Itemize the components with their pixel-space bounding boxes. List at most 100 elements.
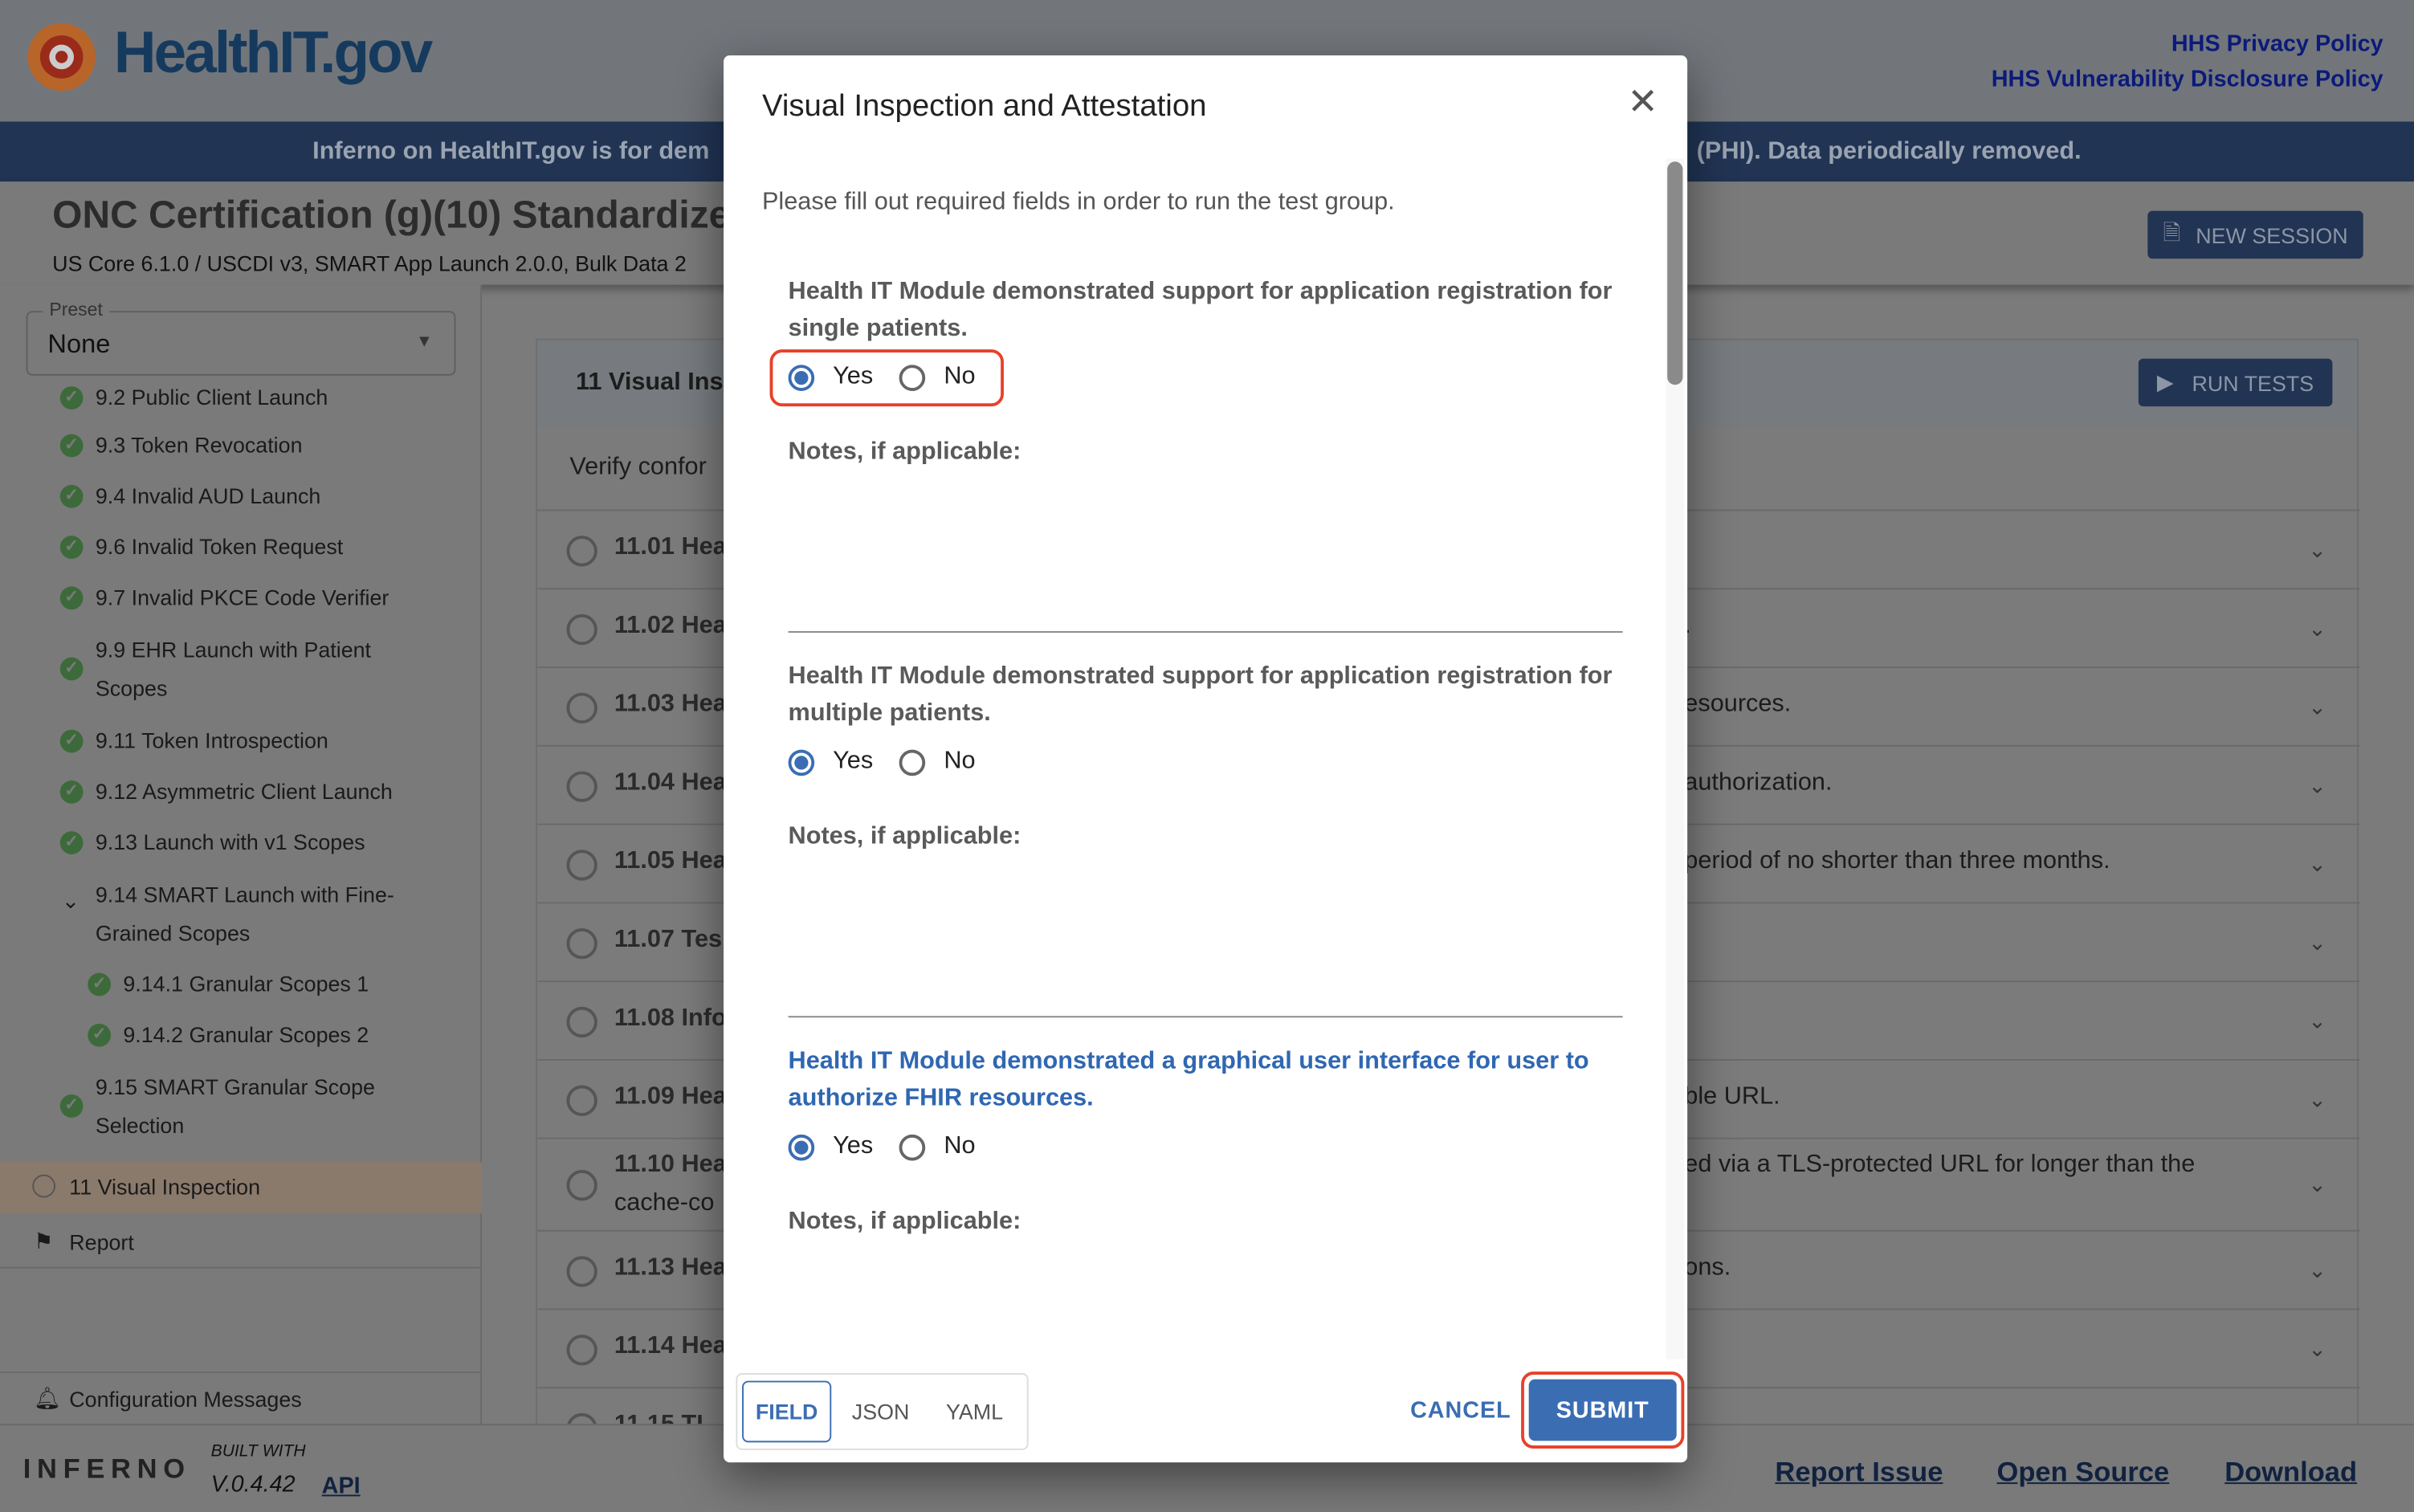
version-label: V.0.4.42 bbox=[210, 1471, 296, 1498]
yes-no-radio-group: Yes No bbox=[788, 363, 976, 391]
suite-subtitle: US Core 6.1.0 / USCDI v3, SMART App Laun… bbox=[52, 251, 687, 276]
privacy-policy-link[interactable]: HHS Privacy Policy bbox=[2171, 31, 2383, 57]
check-circle-icon: ✓ bbox=[59, 729, 84, 753]
group-title: 11 Visual Ins bbox=[575, 369, 724, 396]
check-circle-icon: ✓ bbox=[88, 1023, 112, 1047]
close-icon[interactable]: ✕ bbox=[1627, 80, 1658, 125]
chevron-down-icon: ⌄ bbox=[61, 888, 80, 913]
sidebar-item-label: 9.2 Public Client Launch bbox=[95, 385, 328, 410]
new-session-button[interactable]: 🗎 NEW SESSION bbox=[2147, 210, 2363, 259]
test-description: period of no shorter than three months. bbox=[1684, 848, 2110, 874]
radio-yes-label[interactable]: Yes bbox=[833, 1133, 873, 1161]
sidebar-item-label: Configuration Messages bbox=[69, 1387, 302, 1412]
radio-no[interactable] bbox=[899, 1133, 926, 1160]
sidebar-item-label: 9.14.1 Granular Scopes 1 bbox=[123, 971, 369, 996]
pending-circle-icon bbox=[566, 1169, 597, 1201]
check-circle-icon: ✓ bbox=[59, 386, 84, 410]
pending-circle-icon bbox=[566, 1084, 597, 1115]
sidebar-item-label: 9.12 Asymmetric Client Launch bbox=[95, 779, 393, 804]
chevron-down-icon[interactable]: ⌄ bbox=[2308, 1008, 2326, 1034]
run-tests-button[interactable]: ▶ RUN TESTS bbox=[2138, 358, 2333, 407]
test-description: ed via a TLS-protected URL for longer th… bbox=[1684, 1151, 2196, 1178]
notes-textarea[interactable] bbox=[789, 482, 1623, 628]
tab-field[interactable]: FIELD bbox=[742, 1380, 832, 1443]
pending-circle-icon bbox=[566, 1005, 597, 1037]
pending-circle-icon bbox=[566, 849, 597, 880]
check-circle-icon: ✓ bbox=[59, 1094, 84, 1118]
test-title: 11.02 Hea bbox=[614, 613, 727, 639]
yes-no-radio-group: Yes No bbox=[788, 1133, 976, 1161]
radio-yes[interactable] bbox=[788, 364, 815, 390]
notes-textarea[interactable] bbox=[789, 866, 1623, 1013]
test-title: 11.13 Hea bbox=[614, 1254, 727, 1282]
question-label: Health IT Module demonstrated a graphica… bbox=[788, 1048, 1589, 1112]
preset-label: Preset bbox=[43, 298, 109, 320]
test-description: authorization. bbox=[1684, 769, 1833, 797]
healthit-logo-icon bbox=[27, 22, 96, 92]
submit-button[interactable]: SUBMIT bbox=[1528, 1379, 1677, 1441]
check-circle-icon: ✓ bbox=[59, 434, 84, 458]
chevron-down-icon[interactable]: ⌄ bbox=[2308, 929, 2326, 956]
input-format-tabs: FIELD JSON YAML bbox=[736, 1373, 1029, 1450]
pending-circle-icon bbox=[566, 535, 597, 566]
radio-no-label[interactable]: No bbox=[944, 363, 975, 391]
file-plus-icon: 🗎 bbox=[2163, 219, 2181, 244]
sidebar-item-label: 11 Visual Inspection bbox=[69, 1174, 261, 1200]
notes-label: Notes, if applicable: bbox=[788, 823, 1021, 850]
pending-circle-icon bbox=[566, 691, 597, 723]
preset-select[interactable]: Preset None ▼ bbox=[26, 298, 456, 376]
chevron-down-icon[interactable]: ⌄ bbox=[2308, 1257, 2326, 1283]
cancel-button[interactable]: CANCEL bbox=[1410, 1398, 1511, 1424]
preset-value: None bbox=[47, 329, 111, 359]
radio-no[interactable] bbox=[899, 748, 926, 776]
chevron-down-icon[interactable]: ⌄ bbox=[2308, 850, 2326, 877]
scrollbar[interactable] bbox=[1666, 158, 1685, 1359]
check-circle-icon: ✓ bbox=[59, 831, 84, 854]
sidebar-item-visual-inspection[interactable]: 11 Visual Inspection bbox=[0, 1162, 483, 1213]
sidebar-item-label: Report bbox=[69, 1229, 134, 1255]
chevron-down-icon[interactable]: ⌄ bbox=[2308, 1086, 2326, 1113]
radio-yes-label[interactable]: Yes bbox=[833, 363, 873, 391]
test-title: 11.05 Hea bbox=[614, 848, 727, 874]
chevron-down-icon[interactable]: ⌄ bbox=[2308, 536, 2326, 563]
check-circle-icon: ✓ bbox=[59, 586, 84, 610]
radio-no[interactable] bbox=[899, 364, 926, 390]
group-description: Verify confor bbox=[569, 454, 707, 481]
pending-circle-icon bbox=[566, 927, 597, 959]
notes-underline bbox=[788, 631, 1623, 633]
chevron-down-icon[interactable]: ⌄ bbox=[2308, 772, 2326, 798]
healthit-logo[interactable]: HealthIT.gov bbox=[114, 22, 433, 88]
chevron-down-icon[interactable]: ⌄ bbox=[2308, 1335, 2326, 1362]
test-title: 11.03 Hea bbox=[614, 691, 727, 718]
api-link[interactable]: API bbox=[322, 1473, 361, 1500]
sidebar-item-label: 9.13 Launch with v1 Scopes bbox=[95, 829, 365, 854]
radio-yes[interactable] bbox=[788, 748, 815, 776]
radio-no-label[interactable]: No bbox=[944, 748, 975, 776]
tab-json[interactable]: JSON bbox=[831, 1400, 930, 1424]
chevron-down-icon[interactable]: ⌄ bbox=[2308, 1172, 2326, 1198]
radio-no-label[interactable]: No bbox=[944, 1133, 975, 1161]
open-source-link[interactable]: Open Source bbox=[1996, 1457, 2169, 1489]
radio-yes-label[interactable]: Yes bbox=[833, 748, 873, 776]
check-circle-icon: ✓ bbox=[59, 657, 84, 681]
chevron-down-icon[interactable]: ⌄ bbox=[2308, 615, 2326, 642]
check-circle-icon: ✓ bbox=[59, 484, 84, 508]
sidebar-item-config-messages[interactable]: 🔔︎ Configuration Messages bbox=[0, 1371, 483, 1424]
question-label: Health IT Module demonstrated support fo… bbox=[788, 278, 1613, 342]
test-title-cont: cache-co bbox=[614, 1189, 715, 1217]
vulnerability-policy-link[interactable]: HHS Vulnerability Disclosure Policy bbox=[1992, 66, 2383, 92]
pending-circle-icon bbox=[566, 1334, 597, 1365]
tab-yaml[interactable]: YAML bbox=[930, 1400, 1019, 1424]
sidebar-item-label: 9.3 Token Revocation bbox=[95, 432, 303, 458]
yes-no-radio-group: Yes No bbox=[788, 748, 976, 776]
sidebar-item-report[interactable]: ⚑ Report bbox=[0, 1215, 483, 1269]
submit-highlight: SUBMIT bbox=[1521, 1371, 1685, 1449]
inferno-logo: INFERNO bbox=[22, 1453, 191, 1485]
test-description: esources. bbox=[1684, 691, 1792, 718]
dialog-title: Visual Inspection and Attestation bbox=[761, 89, 1207, 124]
chevron-down-icon[interactable]: ⌄ bbox=[2308, 694, 2326, 720]
scrollbar-thumb[interactable] bbox=[1667, 161, 1683, 385]
download-link[interactable]: Download bbox=[2224, 1457, 2357, 1489]
radio-yes[interactable] bbox=[788, 1133, 815, 1160]
report-issue-link[interactable]: Report Issue bbox=[1775, 1457, 1943, 1489]
